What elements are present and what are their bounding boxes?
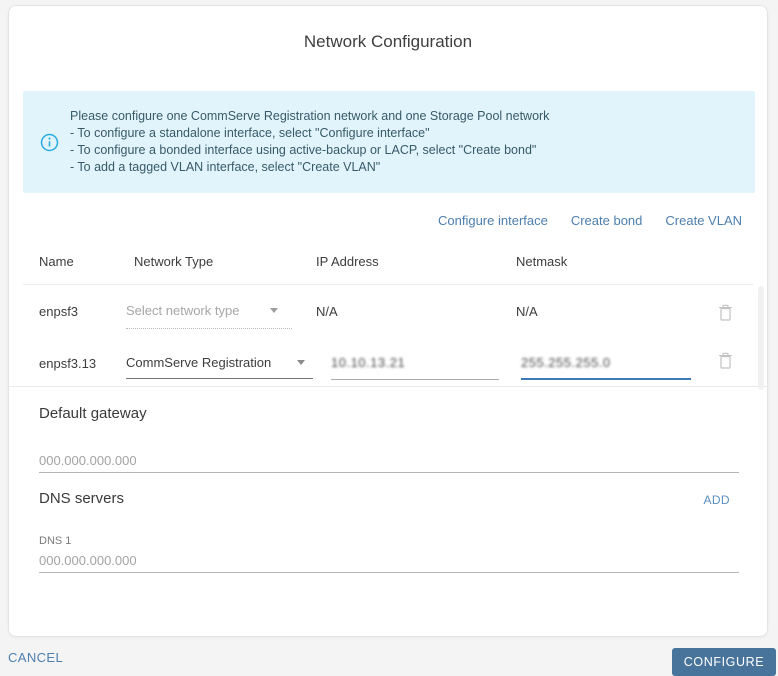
info-line: - To add a tagged VLAN interface, select… [70, 159, 549, 176]
delete-interface-button[interactable] [714, 349, 736, 371]
add-dns-button[interactable]: ADD [703, 493, 730, 507]
info-banner-text: Please configure one CommServe Registrat… [70, 108, 549, 176]
info-line: - To configure a standalone interface, s… [70, 125, 549, 142]
dns1-label: DNS 1 [39, 535, 71, 547]
ip-address-redacted-value: 10.10.13.21 [331, 355, 405, 370]
configure-button[interactable]: CONFIGURE [672, 648, 776, 676]
chevron-down-icon [270, 308, 278, 313]
configure-interface-link[interactable]: Configure interface [438, 213, 548, 228]
column-header-netmask: Netmask [516, 254, 567, 269]
cancel-button[interactable]: CANCEL [8, 650, 63, 665]
netmask-redacted-value: 255.255.255.0 [521, 355, 611, 370]
ip-address-value: N/A [316, 304, 338, 319]
network-type-select-value: CommServe Registration [126, 355, 271, 370]
info-icon [40, 133, 59, 152]
trash-icon [717, 303, 734, 322]
info-line: Please configure one CommServe Registrat… [70, 108, 549, 125]
page-title: Network Configuration [9, 32, 767, 52]
interface-name: enpsf3.13 [39, 356, 96, 371]
table-bottom-divider [9, 386, 767, 387]
network-type-select[interactable]: CommServe Registration [126, 355, 313, 379]
ip-address-input[interactable]: 10.10.13.21 [331, 355, 499, 380]
delete-interface-button[interactable] [714, 301, 736, 323]
dns-servers-label: DNS servers [39, 490, 124, 507]
table-actions: Configure interface Create bond Create V… [438, 213, 742, 228]
network-type-select-placeholder: Select network type [126, 303, 239, 318]
column-header-network-type: Network Type [134, 254, 213, 269]
default-gateway-label: Default gateway [39, 405, 147, 422]
column-header-ip-address: IP Address [316, 254, 379, 269]
header-divider [23, 284, 753, 285]
network-configuration-page: Network Configuration Please configure o… [0, 0, 778, 676]
info-line: - To configure a bonded interface using … [70, 142, 549, 159]
create-bond-link[interactable]: Create bond [571, 213, 643, 228]
column-header-name: Name [39, 254, 74, 269]
netmask-value: N/A [516, 304, 538, 319]
dns1-input[interactable] [39, 551, 739, 573]
netmask-input[interactable]: 255.255.255.0 [521, 355, 691, 380]
trash-icon [717, 351, 734, 370]
scrollbar[interactable] [758, 286, 764, 390]
info-banner: Please configure one CommServe Registrat… [23, 91, 755, 193]
network-configuration-dialog: Network Configuration Please configure o… [8, 5, 768, 637]
default-gateway-input[interactable] [39, 451, 739, 473]
network-type-select[interactable]: Select network type [126, 303, 292, 329]
interface-name: enpsf3 [39, 304, 78, 319]
chevron-down-icon [297, 360, 305, 365]
create-vlan-link[interactable]: Create VLAN [665, 213, 742, 228]
